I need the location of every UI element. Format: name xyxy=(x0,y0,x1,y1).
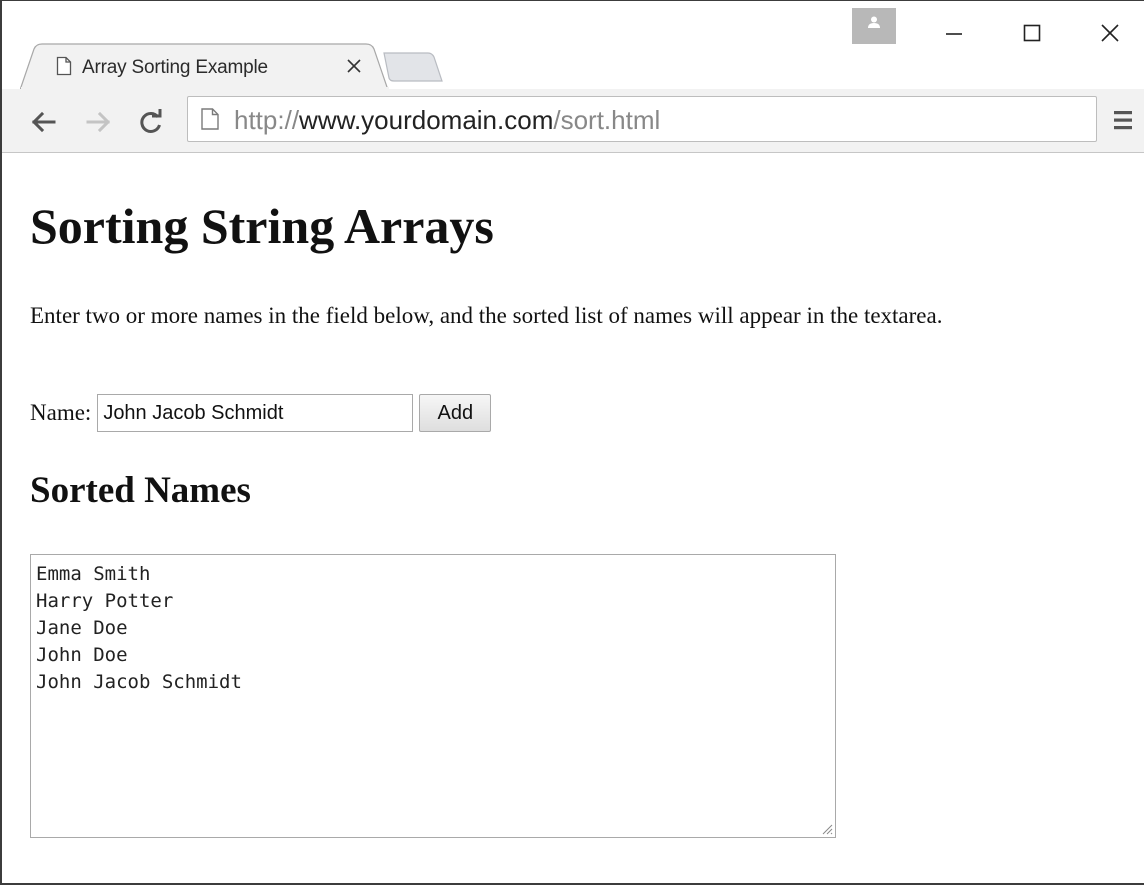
sorted-name-line: Emma Smith xyxy=(36,563,151,585)
sorted-name-line: John Jacob Schmidt xyxy=(36,671,242,693)
reload-button[interactable] xyxy=(134,105,168,139)
minimize-button[interactable] xyxy=(934,15,974,51)
forward-arrow-icon xyxy=(86,111,111,133)
sorted-name-line: John Doe xyxy=(36,644,128,666)
sorted-name-line: Harry Potter xyxy=(36,590,174,612)
close-icon xyxy=(1101,24,1119,42)
sorted-names-heading: Sorted Names xyxy=(30,470,251,511)
maximize-icon xyxy=(1023,24,1041,42)
name-label: Name: xyxy=(30,400,92,425)
tab-active[interactable]: Array Sorting Example xyxy=(20,43,390,91)
hamburger-menu-icon[interactable] xyxy=(1112,107,1134,133)
forward-button[interactable] xyxy=(82,105,116,139)
url-text: http://www.yourdomain.com/sort.html xyxy=(234,105,660,136)
new-tab-button[interactable] xyxy=(382,51,444,83)
resize-grip-icon[interactable] xyxy=(821,823,833,835)
sorted-name-line: Jane Doe xyxy=(36,617,128,639)
name-form: Name: Add xyxy=(30,393,492,433)
close-window-button[interactable] xyxy=(1090,15,1130,51)
browser-toolbar: http://www.yourdomain.com/sort.html xyxy=(2,89,1144,153)
page-icon xyxy=(201,108,219,130)
address-bar[interactable]: http://www.yourdomain.com/sort.html xyxy=(187,96,1097,142)
intro-text: Enter two or more names in the field bel… xyxy=(30,303,943,328)
page-icon xyxy=(56,56,72,76)
profile-button[interactable] xyxy=(852,8,896,44)
url-host: www.yourdomain.com xyxy=(299,105,554,135)
page-title: Sorting String Arrays xyxy=(30,198,494,254)
name-input[interactable] xyxy=(97,394,414,432)
back-button[interactable] xyxy=(26,105,60,139)
browser-window: Array Sorting Example http://www.yourdom… xyxy=(0,0,1144,885)
back-arrow-icon xyxy=(31,111,56,133)
close-tab-icon[interactable] xyxy=(346,58,362,74)
add-button[interactable]: Add xyxy=(419,394,492,432)
reload-icon xyxy=(140,109,162,133)
url-path: /sort.html xyxy=(553,105,661,135)
tab-title: Array Sorting Example xyxy=(82,57,268,78)
maximize-button[interactable] xyxy=(1012,15,1052,51)
sorted-names-textarea[interactable]: Emma Smith Harry Potter Jane Doe John Do… xyxy=(30,554,836,838)
user-avatar-icon xyxy=(868,16,880,28)
url-scheme: http:// xyxy=(234,105,300,135)
minimize-icon xyxy=(946,33,962,35)
title-bar: Array Sorting Example xyxy=(2,1,1144,91)
